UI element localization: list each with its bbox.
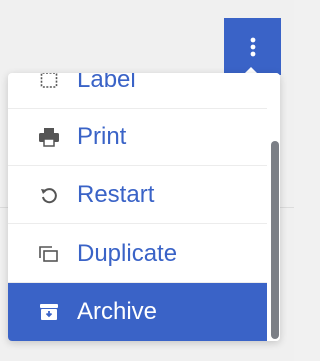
menu-item-text: Restart xyxy=(77,180,155,208)
label-icon xyxy=(37,73,61,92)
menu-item-label[interactable]: Label xyxy=(8,73,267,109)
menu-item-text: Duplicate xyxy=(77,239,178,267)
menu-item-restart[interactable]: Restart xyxy=(8,166,267,224)
menu-item-text: Print xyxy=(77,122,127,150)
printer-icon xyxy=(37,125,61,149)
menu-item-text: Archive xyxy=(77,298,158,325)
kebab-menu-icon xyxy=(250,37,256,57)
archive-icon xyxy=(37,300,61,324)
restart-icon xyxy=(37,183,61,207)
menu-item-duplicate[interactable]: Duplicate xyxy=(8,225,267,283)
menu-item-text: Label xyxy=(77,73,136,93)
menu-item-print[interactable]: Print xyxy=(8,108,267,166)
duplicate-icon xyxy=(37,242,61,266)
scrollbar-thumb[interactable] xyxy=(271,141,279,339)
menu-item-archive[interactable]: Archive xyxy=(8,283,267,341)
dropdown-menu: Label Print Restart Duplicate Archive xyxy=(8,73,280,341)
